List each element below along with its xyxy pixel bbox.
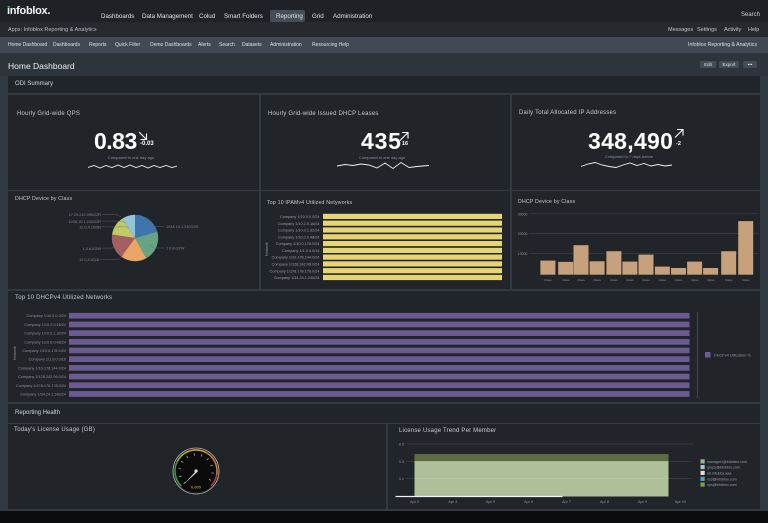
- svg-text:ops@infoblox.com: ops@infoblox.com: [707, 483, 737, 487]
- svg-text:Company 1/10.0.178.0/24: Company 1/10.0.178.0/24: [22, 349, 66, 353]
- svg-text:10000: 10000: [517, 252, 527, 256]
- svg-text:Company 1/1.0.0.0/16: Company 1/1.0.0.0/16: [29, 358, 66, 362]
- svg-text:Class: Class: [577, 278, 585, 282]
- svg-text:12.0.4.4Q/6: 12.0.4.4Q/6: [79, 258, 99, 262]
- svg-text:103A 10.1.240/22R: 103A 10.1.240/22R: [68, 220, 101, 224]
- svg-text:Company 1/34.24.1.240/24: Company 1/34.24.1.240/24: [20, 393, 66, 397]
- svg-text:0.5: 0.5: [398, 443, 403, 447]
- svg-text:Apr 3: Apr 3: [409, 500, 418, 504]
- svg-text:Apr 10: Apr 10: [674, 500, 685, 504]
- svg-text:Company 1/10.2.0.16/24: Company 1/10.2.0.16/24: [24, 323, 66, 327]
- svg-text:Class: Class: [658, 278, 666, 282]
- svg-text:Class: Class: [626, 278, 634, 282]
- svg-text:Company 1/34.24.1.240/24: Company 1/34.24.1.240/24: [274, 276, 320, 280]
- svg-text:Apr 9: Apr 9: [637, 500, 646, 504]
- svg-text:1.0.8.0/2W: 1.0.8.0/2W: [83, 247, 102, 251]
- svg-text:Company 1/128.242.99.0/24: Company 1/128.242.99.0/24: [272, 263, 320, 267]
- svg-text:0.005: 0.005: [191, 485, 202, 490]
- svg-text:Class: Class: [690, 278, 698, 282]
- svg-text:Class: Class: [642, 278, 650, 282]
- svg-text:0.1: 0.1: [398, 477, 403, 481]
- svg-text:Company 1/10.0.1.32/24: Company 1/10.0.1.32/24: [24, 332, 66, 336]
- svg-text:Company 1/10.0.178.0/24: Company 1/10.0.178.0/24: [276, 242, 320, 246]
- svg-text:Class: Class: [706, 278, 714, 282]
- svg-text:Company 1/10.0.1.32/24: Company 1/10.0.1.32/24: [278, 229, 320, 233]
- svg-text:Company 1/10.0.0.0/24: Company 1/10.0.0.0/24: [280, 215, 319, 219]
- svg-text:Company 1/10.0.0.48/24: Company 1/10.0.0.48/24: [278, 235, 320, 239]
- svg-text:DHCPv4 Utilization %: DHCPv4 Utilization %: [714, 354, 751, 358]
- svg-text:30000: 30000: [517, 212, 527, 216]
- svg-text:0.3: 0.3: [398, 460, 403, 464]
- svg-text:Class: Class: [593, 278, 601, 282]
- svg-text:manager1@infoblox.com: manager1@infoblox.com: [707, 460, 747, 464]
- svg-text:12.0.4.16/5R: 12.0.4.16/5R: [79, 226, 101, 230]
- svg-text:Company 1/128.242.99.0/24: Company 1/128.242.99.0/24: [18, 375, 66, 379]
- svg-text:Company 1/10.0.0.48/24: Company 1/10.0.0.48/24: [24, 340, 66, 344]
- svg-text:1.0.8.0/2W: 1.0.8.0/2W: [166, 247, 185, 251]
- svg-text:Company 1/10.178.144.0/24: Company 1/10.178.144.0/24: [18, 366, 66, 370]
- svg-text:17.29.242.095/22R: 17.29.242.095/22R: [69, 213, 102, 217]
- svg-text:Company 1/178.178.178.0/24: Company 1/178.178.178.0/24: [16, 384, 66, 388]
- svg-text:Apr 5: Apr 5: [485, 500, 494, 504]
- svg-text:Class: Class: [724, 278, 732, 282]
- svg-text:Network: Network: [13, 346, 17, 360]
- svg-text:Class: Class: [544, 278, 552, 282]
- svg-text:Class: Class: [741, 278, 749, 282]
- svg-text:Apr 7: Apr 7: [561, 500, 570, 504]
- svg-text:Class: Class: [610, 278, 618, 282]
- svg-text:Company 1/1.0.0.0/16: Company 1/1.0.0.0/16: [282, 249, 319, 253]
- svg-text:Apr 8: Apr 8: [599, 500, 608, 504]
- svg-text:gmp1@infoblox.com: gmp1@infoblox.com: [707, 466, 740, 470]
- svg-text:Class: Class: [674, 278, 682, 282]
- svg-text:ns3@infoblox.com: ns3@infoblox.com: [707, 477, 737, 481]
- svg-text:Class: Class: [561, 278, 569, 282]
- svg-text:Apr 4: Apr 4: [448, 500, 457, 504]
- svg-text:Company 1/10.178.144.0/24: Company 1/10.178.144.0/24: [272, 256, 320, 260]
- svg-text:nb.infoblox.aaa: nb.infoblox.aaa: [707, 471, 731, 475]
- svg-text:Company 1/178.178.178.0/24: Company 1/178.178.178.0/24: [269, 269, 319, 273]
- svg-text:Company 1/10.0.0.0/24: Company 1/10.0.0.0/24: [27, 314, 66, 318]
- svg-text:Company 1/10.2.0.16/24: Company 1/10.2.0.16/24: [278, 222, 320, 226]
- svg-text:20000: 20000: [517, 232, 527, 236]
- svg-text:Network: Network: [265, 242, 269, 256]
- svg-text:103A 10.1.240/22R: 103A 10.1.240/22R: [166, 225, 199, 229]
- svg-text:Apr 6: Apr 6: [523, 500, 532, 504]
